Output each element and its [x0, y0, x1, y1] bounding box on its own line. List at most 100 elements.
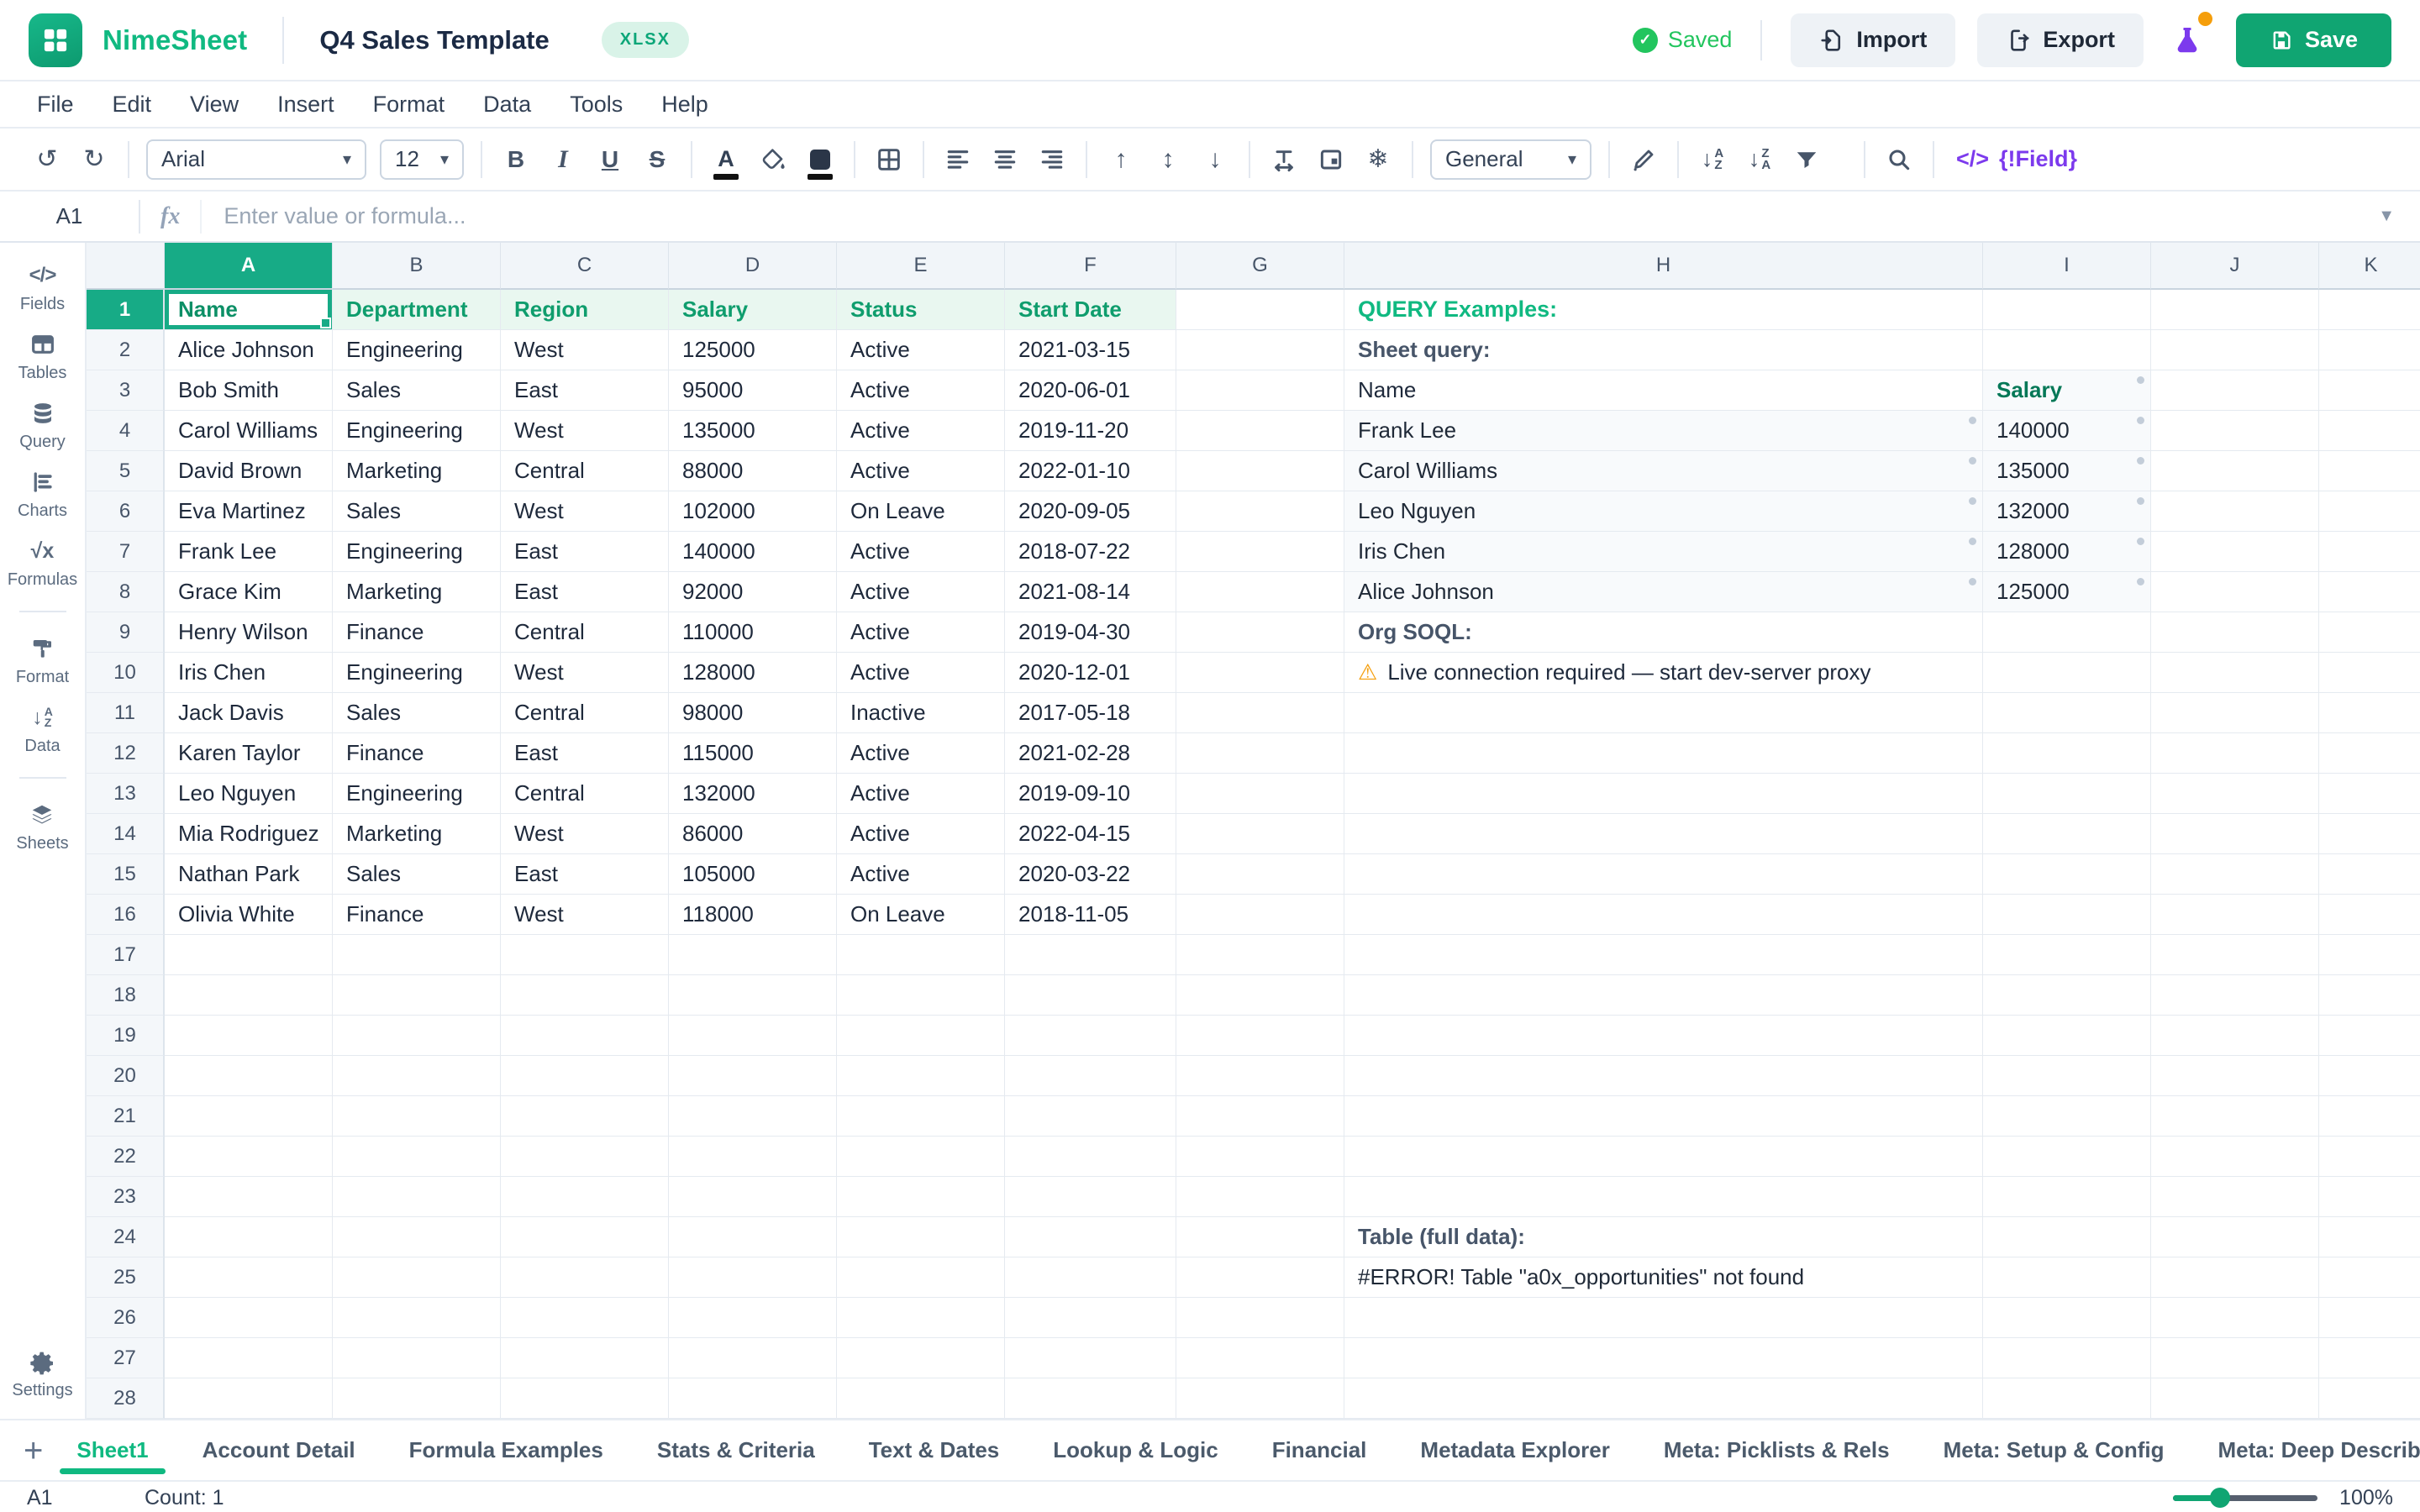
row-header-27[interactable]: 27	[87, 1338, 165, 1378]
cell-K7[interactable]	[2319, 532, 2420, 572]
cell-B28[interactable]	[333, 1378, 501, 1419]
cell-F17[interactable]	[1005, 935, 1176, 975]
cell-F20[interactable]	[1005, 1056, 1176, 1096]
cell-D26[interactable]	[669, 1298, 837, 1338]
cell-A22[interactable]	[165, 1137, 333, 1177]
cell-E5[interactable]: Active	[837, 451, 1005, 491]
cell-F24[interactable]	[1005, 1217, 1176, 1257]
cell-I21[interactable]	[1983, 1096, 2151, 1137]
cell-F25[interactable]	[1005, 1257, 1176, 1298]
cell-J27[interactable]	[2151, 1338, 2319, 1378]
cell-C13[interactable]: Central	[501, 774, 669, 814]
align-center-button[interactable]	[986, 139, 1024, 181]
cell-G23[interactable]	[1176, 1177, 1344, 1217]
vertical-align-middle-button[interactable]: ↕	[1149, 139, 1187, 181]
tab-sheet1[interactable]: Sheet1	[71, 1420, 153, 1480]
cell-I1[interactable]	[1983, 290, 2151, 330]
cell-G13[interactable]	[1176, 774, 1344, 814]
cell-K6[interactable]	[2319, 491, 2420, 532]
cell-C12[interactable]: East	[501, 733, 669, 774]
formula-bar-expand-icon[interactable]: ▼	[2378, 207, 2395, 226]
cell-E16[interactable]: On Leave	[837, 895, 1005, 935]
sidebar-item-data[interactable]: ↓AZData	[24, 701, 60, 756]
tab-text-dates[interactable]: Text & Dates	[864, 1420, 1005, 1480]
cell-B24[interactable]	[333, 1217, 501, 1257]
cell-D25[interactable]	[669, 1257, 837, 1298]
cell-D22[interactable]	[669, 1137, 837, 1177]
cell-K4[interactable]	[2319, 411, 2420, 451]
cell-A27[interactable]	[165, 1338, 333, 1378]
cell-D11[interactable]: 98000	[669, 693, 837, 733]
cell-C23[interactable]	[501, 1177, 669, 1217]
menu-format[interactable]: Format	[373, 92, 445, 118]
sidebar-item-query[interactable]: Query	[19, 397, 65, 452]
cell-C15[interactable]: East	[501, 854, 669, 895]
cell-B3[interactable]: Sales	[333, 370, 501, 411]
cell-C6[interactable]: West	[501, 491, 669, 532]
cell-I12[interactable]	[1983, 733, 2151, 774]
row-header-3[interactable]: 3	[87, 370, 165, 411]
cell-B20[interactable]	[333, 1056, 501, 1096]
fill-color-button[interactable]	[754, 139, 792, 181]
row-header-1[interactable]: 1	[87, 290, 165, 330]
cell-A4[interactable]: Carol Williams	[165, 411, 333, 451]
cell-G27[interactable]	[1176, 1338, 1344, 1378]
cell-I20[interactable]	[1983, 1056, 2151, 1096]
add-sheet-button[interactable]: +	[24, 1434, 43, 1467]
redo-button[interactable]: ↻	[75, 139, 113, 181]
cell-B27[interactable]	[333, 1338, 501, 1378]
cell-A11[interactable]: Jack Davis	[165, 693, 333, 733]
cell-J28[interactable]	[2151, 1378, 2319, 1419]
cell-G11[interactable]	[1176, 693, 1344, 733]
cell-A9[interactable]: Henry Wilson	[165, 612, 333, 653]
bold-button[interactable]: B	[497, 139, 535, 181]
cell-G1[interactable]	[1176, 290, 1344, 330]
cell-C10[interactable]: West	[501, 653, 669, 693]
cell-K26[interactable]	[2319, 1298, 2420, 1338]
font-size-select[interactable]: 12▾	[380, 139, 464, 180]
cell-F1[interactable]: Start Date	[1005, 290, 1176, 330]
cell-J15[interactable]	[2151, 854, 2319, 895]
cell-J10[interactable]	[2151, 653, 2319, 693]
cell-K13[interactable]	[2319, 774, 2420, 814]
cell-F16[interactable]: 2018-11-05	[1005, 895, 1176, 935]
cell-E23[interactable]	[837, 1177, 1005, 1217]
cell-J6[interactable]	[2151, 491, 2319, 532]
align-right-button[interactable]	[1033, 139, 1071, 181]
cell-C5[interactable]: Central	[501, 451, 669, 491]
row-header-20[interactable]: 20	[87, 1056, 165, 1096]
row-header-8[interactable]: 8	[87, 572, 165, 612]
cell-H11[interactable]	[1344, 693, 1983, 733]
cell-F28[interactable]	[1005, 1378, 1176, 1419]
cell-J8[interactable]	[2151, 572, 2319, 612]
cell-K28[interactable]	[2319, 1378, 2420, 1419]
col-header-K[interactable]: K	[2319, 243, 2420, 290]
cell-C8[interactable]: East	[501, 572, 669, 612]
cell-I19[interactable]	[1983, 1016, 2151, 1056]
border-color-button[interactable]	[801, 139, 839, 181]
cell-A28[interactable]	[165, 1378, 333, 1419]
cell-H9[interactable]: Org SOQL:	[1344, 612, 1983, 653]
cell-E12[interactable]: Active	[837, 733, 1005, 774]
tab-metadata-explorer[interactable]: Metadata Explorer	[1415, 1420, 1614, 1480]
cell-H25[interactable]: #ERROR! Table "a0x_opportunities" not fo…	[1344, 1257, 1983, 1298]
cell-G16[interactable]	[1176, 895, 1344, 935]
cell-A16[interactable]: Olivia White	[165, 895, 333, 935]
cell-D10[interactable]: 128000	[669, 653, 837, 693]
cell-C4[interactable]: West	[501, 411, 669, 451]
cell-I15[interactable]	[1983, 854, 2151, 895]
cell-C2[interactable]: West	[501, 330, 669, 370]
cell-I16[interactable]	[1983, 895, 2151, 935]
cell-C28[interactable]	[501, 1378, 669, 1419]
cell-F18[interactable]	[1005, 975, 1176, 1016]
cell-A17[interactable]	[165, 935, 333, 975]
cell-G10[interactable]	[1176, 653, 1344, 693]
vertical-align-top-button[interactable]: ↑	[1102, 139, 1140, 181]
cell-A24[interactable]	[165, 1217, 333, 1257]
cell-G24[interactable]	[1176, 1217, 1344, 1257]
cell-B19[interactable]	[333, 1016, 501, 1056]
row-header-26[interactable]: 26	[87, 1298, 165, 1338]
cell-A8[interactable]: Grace Kim	[165, 572, 333, 612]
cell-F22[interactable]	[1005, 1137, 1176, 1177]
cell-C11[interactable]: Central	[501, 693, 669, 733]
